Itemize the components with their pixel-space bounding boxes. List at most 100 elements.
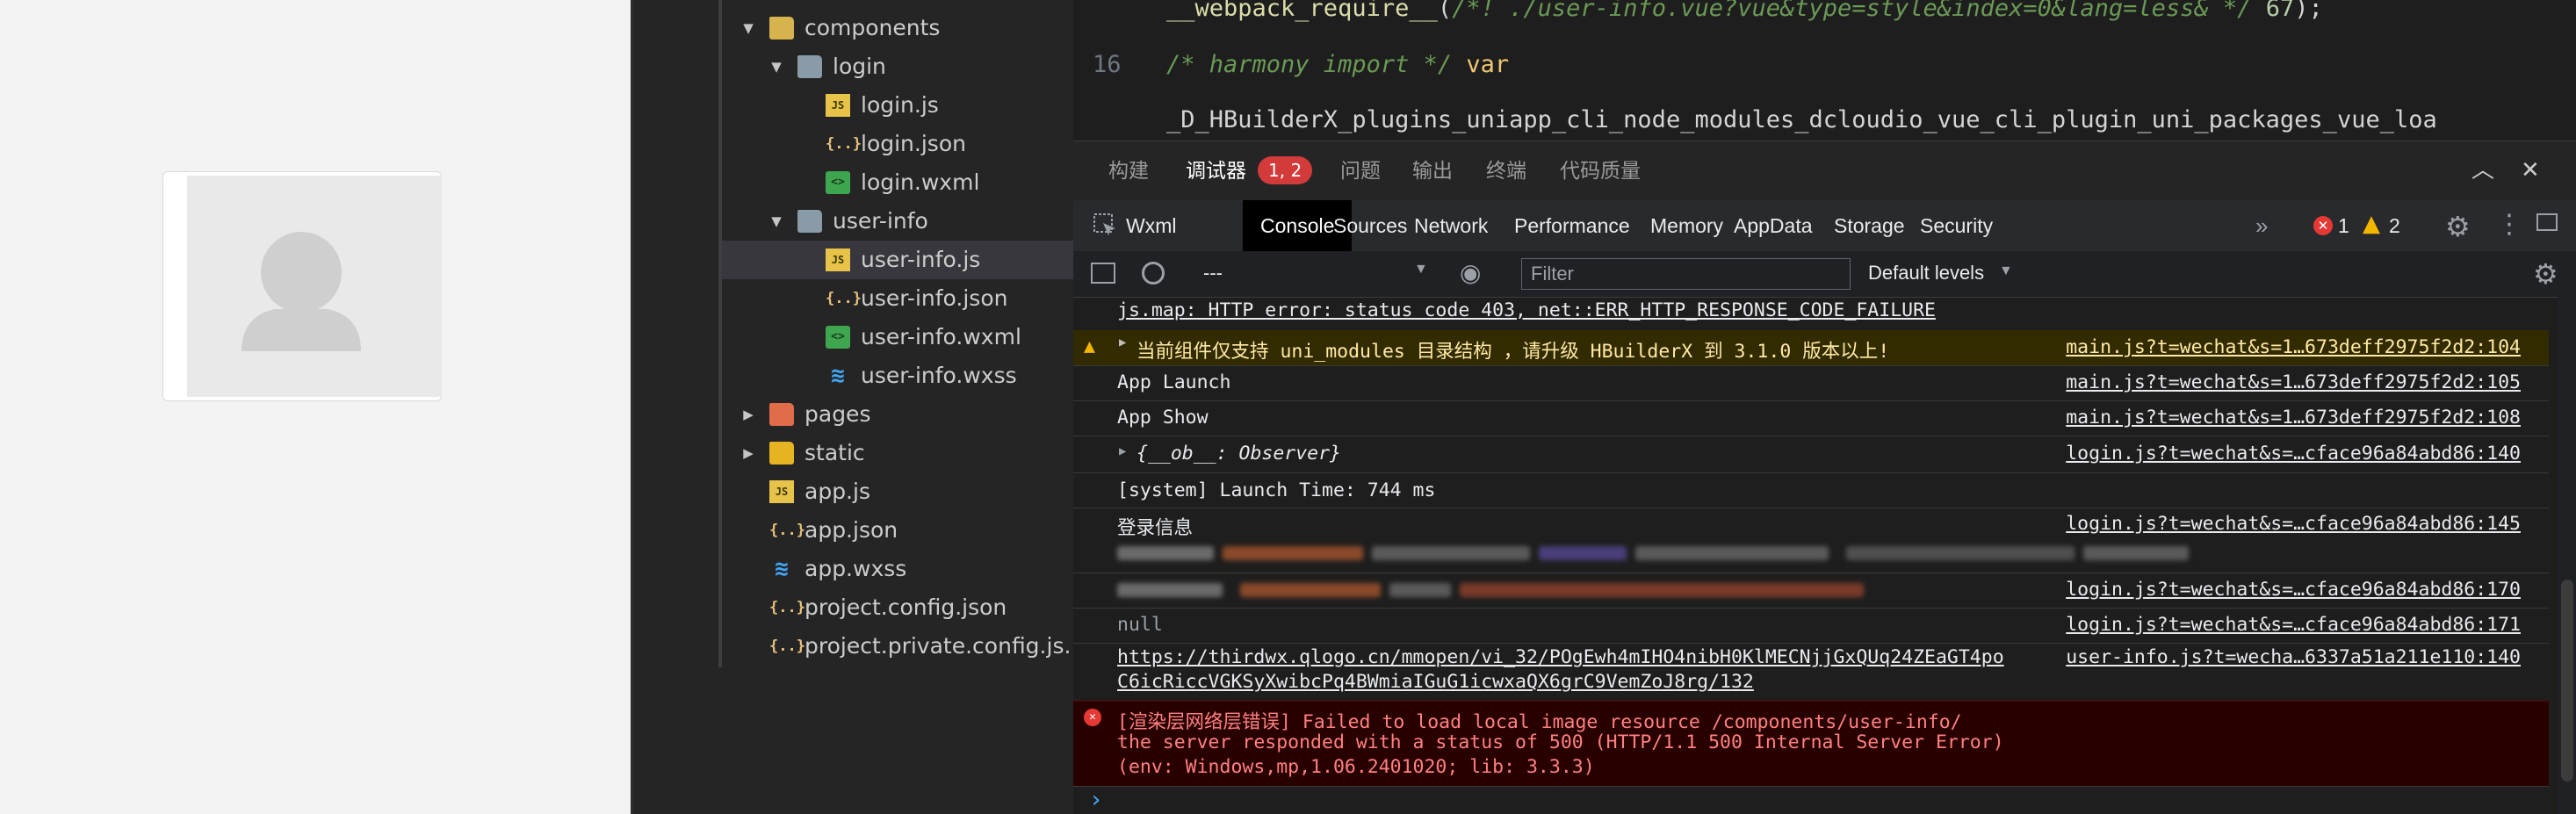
context-select[interactable]: --- [1203, 262, 1223, 285]
source-link[interactable]: user-info.js?t=wecha…6337a51a211e110:140 [2066, 646, 2521, 668]
chevron-down-icon[interactable]: ▼ [768, 47, 785, 86]
sidebar-toggle-icon[interactable] [1091, 263, 1115, 284]
source-link[interactable]: login.js?t=wechat&s=…cface96a84abd86:140 [2066, 443, 2521, 465]
chevron-up-icon[interactable]: ︿ [2471, 159, 2494, 182]
tree-item[interactable]: {..} user-info.json [722, 279, 1073, 318]
tree-item-label: login [833, 54, 886, 79]
tree-item-label: login.js [861, 92, 939, 118]
error-count[interactable]: 1 [2338, 200, 2349, 251]
devtools-tab-appdata[interactable]: AppData [1734, 200, 1813, 251]
console-settings-icon[interactable]: ⚙ [2533, 257, 2558, 291]
chevron-down-icon[interactable]: ▼ [768, 202, 785, 241]
tree-item-label: project.private.config.js... [805, 633, 1086, 659]
error-icon: ✕ [1084, 709, 1101, 726]
inspect-element-icon[interactable] [1093, 213, 1119, 239]
avatar-url-link-cont[interactable]: C6icRiccVGKSyXwibcPq4BWmiaIGuG1icwxaQX6g… [1117, 671, 1754, 693]
console-scroll-thumb[interactable] [2561, 580, 2573, 782]
avatar [187, 176, 442, 397]
source-link[interactable]: main.js?t=wechat&s=1…673deff2975f2d2:104 [2066, 336, 2521, 358]
console-prompt[interactable]: › [1089, 787, 1103, 813]
expand-icon[interactable]: ▶ [1119, 444, 1126, 458]
devtools-tab-wxml[interactable]: Wxml [1126, 200, 1176, 251]
console-log: js.map: HTTP error: status code 403, net… [1073, 297, 2549, 814]
wxss-file-icon: ≋ [831, 363, 845, 389]
source-link[interactable]: login.js?t=wechat&s=…cface96a84abd86:170 [2066, 579, 2521, 601]
console-message: js.map: HTTP error: status code 403, net… [1073, 297, 2549, 331]
redacted-text [1117, 583, 1223, 597]
gear-icon[interactable]: ⚙ [2445, 210, 2471, 243]
expand-icon[interactable]: ▶ [1119, 335, 1126, 349]
wxss-file-icon: ≋ [775, 556, 789, 582]
chevron-right-icon[interactable]: ▶ [740, 395, 757, 434]
tree-item[interactable]: {..} app.json [722, 511, 1073, 550]
tree-item-label: login.json [861, 131, 966, 156]
clear-console-icon[interactable] [1142, 262, 1165, 285]
tree-item[interactable]: ▼ components [722, 9, 1073, 47]
error-icon: ✕ [2313, 216, 2333, 235]
tree-item[interactable]: ▶ pages [722, 395, 1073, 434]
levels-dropdown-icon[interactable]: ▼ [1999, 263, 2013, 279]
devtools-tab-performance[interactable]: Performance [1514, 200, 1630, 251]
code-editor[interactable]: __webpack_require__(/*! ./user-info.vue?… [1073, 0, 2576, 140]
tab-issues[interactable]: 问题 [1340, 141, 1381, 201]
console-error: ✕ [渲染层网络层错误] Failed to load local image … [1073, 701, 2549, 787]
simulator-panel [0, 0, 632, 814]
tab-terminal[interactable]: 终端 [1486, 141, 1526, 201]
source-link[interactable]: login.js?t=wechat&s=…cface96a84abd86:145 [2066, 513, 2521, 535]
tree-item[interactable]: <> login.wxml [722, 163, 1073, 202]
eye-icon[interactable]: ◉ [1460, 258, 1481, 287]
tree-item[interactable]: ▶ static [722, 434, 1073, 472]
tab-code-quality[interactable]: 代码质量 [1560, 141, 1641, 201]
avatar-card[interactable] [162, 171, 442, 401]
tree-item[interactable]: {..} project.private.config.js... [722, 627, 1085, 666]
tree-item[interactable]: ▼ login [722, 47, 1073, 86]
code-line-2: 16 [1093, 51, 1122, 78]
explorer-gutter [634, 0, 722, 814]
avatar-url-link[interactable]: https://thirdwx.qlogo.cn/mmopen/vi_32/PO… [1117, 646, 2004, 668]
source-link[interactable]: main.js?t=wechat&s=1…673deff2975f2d2:105 [2066, 371, 2521, 393]
more-tabs-button[interactable]: » [2255, 200, 2268, 251]
devtools-tab-network[interactable]: Network [1414, 200, 1488, 251]
tab-build[interactable]: 构建 [1108, 141, 1149, 201]
dock-icon[interactable] [2536, 213, 2558, 231]
tree-item[interactable]: {..} project.config.json [722, 588, 1073, 627]
tree-item-label: user-info.wxss [861, 363, 1017, 388]
tree-item[interactable]: <> user-info.wxml [722, 318, 1073, 357]
tree-item[interactable]: ≋ app.wxss [722, 550, 1073, 588]
tab-debugger[interactable]: 调试器 [1186, 141, 1246, 201]
more-vert-icon[interactable]: ⋮ [2496, 209, 2522, 240]
code-comment: /* harmony import */ [1166, 51, 1453, 78]
tree-item-label: login.wxml [861, 169, 980, 195]
code-punct: ); [2294, 0, 2323, 22]
redacted-text [1372, 546, 1530, 560]
chevron-right-icon[interactable]: ▶ [740, 434, 757, 472]
log-levels-select[interactable]: Default levels [1868, 262, 1984, 285]
tree-item[interactable]: JS app.js [722, 472, 1073, 511]
source-link[interactable]: main.js?t=wechat&s=1…673deff2975f2d2:108 [2066, 407, 2521, 429]
tree-item-label: user-info.js [861, 247, 981, 272]
warning-count[interactable]: 2 [2389, 200, 2400, 251]
tab-output[interactable]: 输出 [1412, 141, 1453, 201]
devtools-tab-sources[interactable]: Sources [1333, 200, 1407, 251]
devtools-tab-memory[interactable]: Memory [1650, 200, 1723, 251]
devtools-tab-storage[interactable]: Storage [1834, 200, 1905, 251]
devtools-tab-bar: » ✕ 1 ▲ 2 ⚙ ⋮ Wxml Console Sources Network P… [1073, 200, 2576, 252]
context-dropdown-icon[interactable]: ▼ [1414, 262, 1428, 277]
redacted-text [1846, 546, 2075, 560]
tree-item[interactable]: ≋ user-info.wxss [722, 357, 1073, 395]
wxml-file-icon: <> [826, 326, 850, 349]
folder-components-icon [769, 17, 794, 40]
tree-item[interactable]: JS login.js [722, 86, 1073, 125]
code-identifier: _D_HBuilderX_plugins_uniapp_cli_node_mod… [1166, 106, 2437, 133]
tree-item[interactable]: {..} login.json [722, 125, 1073, 163]
chevron-down-icon[interactable]: ▼ [740, 9, 757, 47]
devtools-tab-security[interactable]: Security [1920, 200, 1993, 251]
filter-input[interactable]: Filter [1521, 258, 1851, 290]
tree-item[interactable]: ▼ user-info [722, 202, 1073, 241]
debug-panel: 构建 调试器 1, 2 问题 输出 终端 代码质量 ︿ ✕ » ✕ 1 ▲ 2 … [1073, 140, 2576, 814]
file-explorer: ▼ components ▼ login JS login.js {..} login.jso… [722, 0, 1085, 814]
tree-item[interactable]: JS user-info.js [722, 241, 1073, 279]
close-icon[interactable]: ✕ [2521, 159, 2540, 182]
source-link[interactable]: login.js?t=wechat&s=…cface96a84abd86:171 [2066, 614, 2521, 636]
code-punct: ( [1437, 0, 1453, 22]
